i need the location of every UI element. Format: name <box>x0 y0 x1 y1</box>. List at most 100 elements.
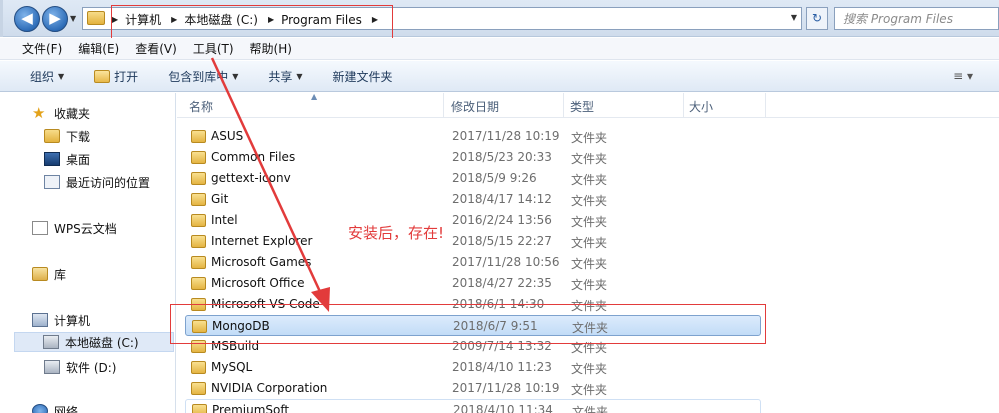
forward-arrow-icon: ▶ <box>49 9 61 27</box>
menu-edit[interactable]: 编辑(E) <box>78 40 119 57</box>
sidebar-item-computer[interactable]: 计算机 <box>32 310 90 330</box>
list-item[interactable]: MSBuild 2009/7/14 13:32 文件夹 <box>185 336 761 357</box>
forward-button[interactable]: ▶ <box>42 6 68 32</box>
library-icon <box>32 267 48 281</box>
list-item-selected[interactable]: MongoDB 2018/6/7 9:51 文件夹 <box>185 315 761 336</box>
column-divider[interactable] <box>765 93 766 118</box>
refresh-icon: ↻ <box>811 11 823 25</box>
sidebar-item-drive-c[interactable]: 本地磁盘 (C:) <box>14 332 174 352</box>
back-button[interactable]: ◀ <box>14 6 40 32</box>
list-item[interactable]: ASUS 2017/11/28 10:19 文件夹 <box>185 126 761 147</box>
hard-drive-icon <box>44 360 60 374</box>
command-bar: 组织 ▼ 打开 包含到库中 ▼ 共享 ▼ 新建文件夹 ≡ ▾ <box>0 61 999 92</box>
address-toolbar: ◀ ▶ ▼ ▶ 计算机 ▶ 本地磁盘 (C:) ▶ Program Files … <box>0 0 999 37</box>
navigation-pane: ★ 收藏夹 下载 桌面 最近访问的位置 WPS云文档 库 计算机 本地磁盘 (C:… <box>0 93 176 413</box>
chevron-down-icon: ▼ <box>296 71 303 81</box>
column-date-modified[interactable]: 修改日期 <box>451 98 499 115</box>
folder-icon <box>191 277 206 290</box>
sidebar-item-libraries[interactable]: 库 <box>32 264 66 284</box>
downloads-folder-icon <box>44 129 60 143</box>
list-item[interactable]: MySQL 2018/4/10 11:23 文件夹 <box>185 357 761 378</box>
breadcrumb-computer[interactable]: 计算机 <box>125 11 161 28</box>
sidebar-item-downloads[interactable]: 下载 <box>44 126 90 146</box>
refresh-button[interactable]: ↻ <box>806 7 828 30</box>
sidebar-item-desktop[interactable]: 桌面 <box>44 149 90 169</box>
chevron-down-icon: ▼ <box>790 13 797 22</box>
folder-icon <box>87 11 105 25</box>
chevron-down-icon: ▼ <box>232 71 239 81</box>
breadcrumb: ▶ 计算机 ▶ 本地磁盘 (C:) ▶ Program Files ▶ <box>109 11 385 28</box>
window-edge <box>0 0 3 37</box>
folder-icon <box>191 361 206 374</box>
folder-icon <box>191 151 206 164</box>
menu-bar: 文件(F) 编辑(E) 查看(V) 工具(T) 帮助(H) <box>0 38 999 60</box>
file-list: ASUS 2017/11/28 10:19 文件夹 Common Files 2018… <box>177 119 999 413</box>
breadcrumb-separator-icon[interactable]: ▶ <box>112 15 118 24</box>
list-item[interactable]: gettext-iconv 2018/5/9 9:26 文件夹 <box>185 168 761 189</box>
breadcrumb-separator-icon[interactable]: ▶ <box>268 15 274 24</box>
column-name[interactable]: 名称 <box>189 98 213 115</box>
folder-icon <box>191 130 206 143</box>
computer-icon <box>32 313 48 327</box>
address-input[interactable]: ▶ 计算机 ▶ 本地磁盘 (C:) ▶ Program Files ▶ ▼ <box>82 7 802 30</box>
breadcrumb-separator-icon[interactable]: ▶ <box>171 15 177 24</box>
folder-icon <box>191 256 206 269</box>
sort-ascending-icon: ▲ <box>311 92 318 101</box>
folder-icon <box>191 340 206 353</box>
wps-cloud-icon <box>32 221 48 235</box>
list-item[interactable]: PremiumSoft 2018/4/10 11:34 文件夹 <box>185 399 761 413</box>
open-button[interactable]: 打开 <box>94 68 138 85</box>
new-folder-button[interactable]: 新建文件夹 <box>333 68 393 85</box>
folder-icon <box>191 235 206 248</box>
sidebar-item-wps[interactable]: WPS云文档 <box>32 218 117 238</box>
hard-drive-icon <box>43 335 59 349</box>
sidebar-item-drive-d[interactable]: 软件 (D:) <box>44 357 116 377</box>
sidebar-item-recent[interactable]: 最近访问的位置 <box>44 172 150 192</box>
column-size[interactable]: 大小 <box>689 98 713 115</box>
chevron-down-icon: ▼ <box>58 71 65 81</box>
folder-icon <box>192 320 207 333</box>
column-divider[interactable] <box>443 93 444 118</box>
list-item[interactable]: Internet Explorer 2018/5/15 22:27 文件夹 <box>185 231 761 252</box>
column-divider[interactable] <box>563 93 564 118</box>
folder-icon <box>191 172 206 185</box>
breadcrumb-program-files[interactable]: Program Files <box>281 13 362 27</box>
recent-pages-dropdown[interactable]: ▼ <box>70 14 76 23</box>
column-header-bar: ▲ 名称 修改日期 类型 大小 <box>177 92 999 118</box>
recent-places-icon <box>44 175 60 189</box>
open-folder-icon <box>94 69 111 83</box>
menu-file[interactable]: 文件(F) <box>22 40 62 57</box>
share-button[interactable]: 共享 ▼ <box>268 68 302 85</box>
list-item[interactable]: Common Files 2018/5/23 20:33 文件夹 <box>185 147 761 168</box>
desktop-icon <box>44 152 60 166</box>
view-options-icon[interactable]: ≡ ▾ <box>953 69 973 83</box>
list-item[interactable]: Intel 2016/2/24 13:56 文件夹 <box>185 210 761 231</box>
organize-button[interactable]: 组织 ▼ <box>30 68 64 85</box>
menu-tools[interactable]: 工具(T) <box>193 40 234 57</box>
address-history-dropdown[interactable]: ▼ <box>791 13 797 22</box>
menu-view[interactable]: 查看(V) <box>135 40 177 57</box>
back-arrow-icon: ◀ <box>21 9 33 27</box>
breadcrumb-separator-icon[interactable]: ▶ <box>372 15 378 24</box>
column-type[interactable]: 类型 <box>570 98 594 115</box>
star-icon: ★ <box>32 104 46 122</box>
chevron-down-icon: ▼ <box>70 14 77 23</box>
folder-icon <box>191 193 206 206</box>
list-item[interactable]: Microsoft Games 2017/11/28 10:56 文件夹 <box>185 252 761 273</box>
list-item[interactable]: Microsoft Office 2018/4/27 22:35 文件夹 <box>185 273 761 294</box>
list-item[interactable]: Microsoft VS Code 2018/6/1 14:30 文件夹 <box>185 294 761 315</box>
include-library-button[interactable]: 包含到库中 ▼ <box>168 68 238 85</box>
breadcrumb-drive-c[interactable]: 本地磁盘 (C:) <box>184 11 258 28</box>
search-input[interactable]: 搜索 Program Files <box>834 7 999 30</box>
column-divider[interactable] <box>683 93 684 118</box>
folder-icon <box>191 214 206 227</box>
annotation-text: 安装后，存在! <box>348 224 445 242</box>
folder-icon <box>191 298 206 311</box>
folder-icon <box>191 382 206 395</box>
sidebar-item-network[interactable]: 网络 <box>32 401 78 413</box>
menu-help[interactable]: 帮助(H) <box>250 40 292 57</box>
list-item[interactable]: Git 2018/4/17 14:12 文件夹 <box>185 189 761 210</box>
list-item[interactable]: NVIDIA Corporation 2017/11/28 10:19 文件夹 <box>185 378 761 399</box>
sidebar-item-favorites[interactable]: ★ 收藏夹 <box>32 103 90 123</box>
folder-icon <box>192 404 207 413</box>
